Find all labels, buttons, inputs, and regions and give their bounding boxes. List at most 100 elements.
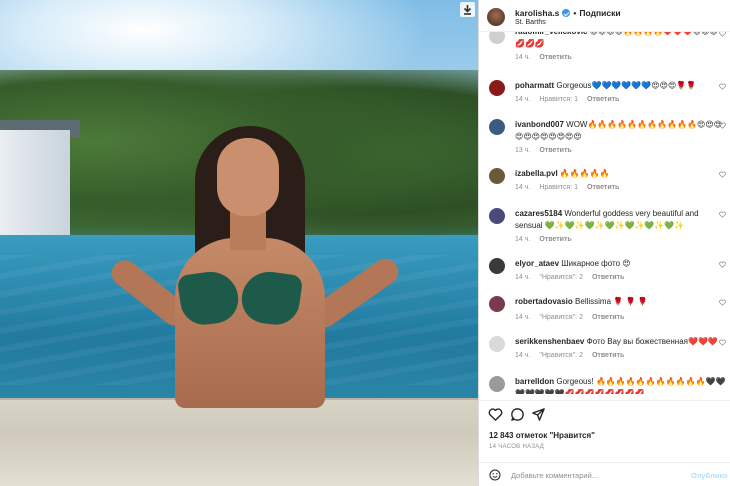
comment-content: Шикарное фото 😍 <box>561 259 631 268</box>
person-swimwear <box>176 268 304 328</box>
comment-content: Bellissima 🌹 🌹 🌹 <box>575 297 648 306</box>
share-icon[interactable] <box>531 407 546 422</box>
comment-icon[interactable] <box>510 407 525 422</box>
comment-meta: 14 ч. Нравится: 1 Ответить <box>515 184 628 191</box>
comment-text: serikkenshenbaev Фото Вау вы божественна… <box>515 336 727 348</box>
comment-avatar[interactable] <box>489 119 505 135</box>
comment-text: izabella.pvl 🔥🔥🔥🔥🔥 <box>515 168 727 180</box>
comment-text: barrelldon Gorgeous! 🔥🔥🔥🔥🔥🔥🔥🔥🔥🔥🔥🖤🖤🖤🖤🖤🖤🖤💋… <box>515 376 727 394</box>
comment-avatar[interactable] <box>489 32 505 44</box>
comment-heart-icon[interactable] <box>719 211 726 218</box>
comment-avatar[interactable] <box>489 258 505 274</box>
comment-avatar[interactable] <box>489 296 505 312</box>
swimwear-right <box>238 268 304 328</box>
comment-avatar[interactable] <box>489 336 505 352</box>
comment-content: Фото Вау вы божественная❤️❤️❤️ <box>586 337 718 346</box>
comment-text: poharmatt Gorgeous💙💙💙💙💙💙😍😍😍🌹🌹 <box>515 80 727 92</box>
post-photo[interactable] <box>0 0 478 486</box>
comment-text: robertadovasio Bellissima 🌹 🌹 🌹 <box>515 296 727 308</box>
comment-text: radomir_velickovic 😊😊😊😊🔥🔥🔥🔥❤️❤️❤️😍😍😍💋💋💋 <box>515 32 727 49</box>
separator-dot: • <box>573 8 577 18</box>
comment-username[interactable]: izabella.pvl <box>515 169 558 178</box>
reply-button[interactable]: Ответить <box>587 184 619 191</box>
download-icon <box>463 4 472 15</box>
comment-meta: 13 ч. Ответить <box>515 147 581 154</box>
comment-likes[interactable]: Нравится: 1 <box>539 184 578 191</box>
comment-meta: 14 ч. "Нравится": 2 Ответить <box>515 314 633 321</box>
reply-button[interactable]: Ответить <box>539 236 571 243</box>
comment-likes[interactable]: "Нравится": 2 <box>539 352 583 359</box>
comment-heart-icon[interactable] <box>719 261 726 268</box>
download-button[interactable] <box>460 2 475 17</box>
verified-badge-icon <box>562 9 571 17</box>
comment-heart-icon[interactable] <box>719 339 726 346</box>
comment-avatar[interactable] <box>489 168 505 184</box>
comment-time: 14 ч. <box>515 184 531 191</box>
person-neck <box>230 210 266 250</box>
comment-meta: 14 ч. "Нравится": 2 Ответить <box>515 352 633 359</box>
comment-username[interactable]: robertadovasio <box>515 297 573 306</box>
comment-time: 14 ч. <box>515 96 531 103</box>
comment-time: 14 ч. <box>515 236 531 243</box>
reply-button[interactable]: Ответить <box>587 96 619 103</box>
comment-meta: 14 ч. Нравится: 1 Ответить <box>515 96 628 103</box>
comment-time: 14 ч. <box>515 54 531 61</box>
post-timestamp[interactable]: 14 ЧАСОВ НАЗАД <box>489 444 544 450</box>
photo-house <box>0 130 70 240</box>
comment-avatar[interactable] <box>489 208 505 224</box>
author-avatar[interactable] <box>487 8 505 26</box>
emoji-icon[interactable] <box>489 469 501 481</box>
comments-list[interactable]: radomir_velickovic 😊😊😊😊🔥🔥🔥🔥❤️❤️❤️😍😍😍💋💋💋 … <box>479 32 730 394</box>
comment-meta: 14 ч. Ответить <box>515 54 581 61</box>
person-face <box>217 138 279 216</box>
comment-avatar[interactable] <box>489 376 505 392</box>
likes-count[interactable]: 12 843 отметок "Нравится" <box>489 431 595 440</box>
comment-username[interactable]: radomir_velickovic <box>515 32 587 36</box>
post-header: karolisha.s • Подписки St. Barths <box>479 0 730 32</box>
photo-deck <box>0 400 478 486</box>
post-location[interactable]: St. Barths <box>515 19 546 26</box>
reply-button[interactable]: Ответить <box>539 147 571 154</box>
author-line: karolisha.s • Подписки <box>515 8 621 18</box>
heart-icon[interactable] <box>488 407 503 422</box>
comment-likes[interactable]: Нравится: 1 <box>539 96 578 103</box>
comment-username[interactable]: elyor_ataev <box>515 259 559 268</box>
comment-content: 🔥🔥🔥🔥🔥 <box>559 169 610 178</box>
reply-button[interactable]: Ответить <box>539 54 571 61</box>
comment-time: 14 ч. <box>515 352 531 359</box>
post-actions <box>479 400 730 428</box>
reply-button[interactable]: Ответить <box>592 314 624 321</box>
comment-content: Gorgeous💙💙💙💙💙💙😍😍😍🌹🌹 <box>556 81 697 90</box>
comment-meta: 14 ч. Ответить <box>515 236 581 243</box>
comment-time: 14 ч. <box>515 314 531 321</box>
comment-likes[interactable]: "Нравится": 2 <box>539 274 583 281</box>
comment-username[interactable]: serikkenshenbaev <box>515 337 584 346</box>
comment-heart-icon[interactable] <box>719 122 726 129</box>
instagram-post: karolisha.s •Подписки St. Barths radomir_… <box>0 0 730 486</box>
comment-meta: 14 ч. "Нравится": 2 Ответить <box>515 274 633 281</box>
photo-person <box>106 120 404 410</box>
comment-text: elyor_ataev Шикарное фото 😍 <box>515 258 727 270</box>
reply-button[interactable]: Ответить <box>592 274 624 281</box>
following-button[interactable]: Подписки <box>579 8 620 18</box>
comment-time: 13 ч. <box>515 147 531 154</box>
comment-avatar[interactable] <box>489 80 505 96</box>
publish-button[interactable]: Опублико <box>691 471 728 480</box>
comment-likes[interactable]: "Нравится": 2 <box>539 314 583 321</box>
comment-input[interactable] <box>511 468 681 482</box>
author-username[interactable]: karolisha.s <box>515 8 559 18</box>
comment-text: cazares5184 Wonderful goddess very beaut… <box>515 208 727 231</box>
comment-username[interactable]: poharmatt <box>515 81 554 90</box>
comment-heart-icon[interactable] <box>719 171 726 178</box>
comment-composer: Опублико <box>479 462 730 486</box>
comment-text: ivanbond007 WOW🔥🔥🔥🔥🔥🔥🔥🔥🔥🔥🔥😍😍😍😍😍😍😍😍😍😍😍 <box>515 119 727 142</box>
comment-heart-icon[interactable] <box>719 83 726 90</box>
swimwear-left <box>176 268 242 328</box>
comment-username[interactable]: barrelldon <box>515 377 554 386</box>
comment-username[interactable]: cazares5184 <box>515 209 562 218</box>
comment-time: 14 ч. <box>515 274 531 281</box>
reply-button[interactable]: Ответить <box>592 352 624 359</box>
comment-heart-icon[interactable] <box>719 32 726 37</box>
comment-username[interactable]: ivanbond007 <box>515 120 564 129</box>
comment-heart-icon[interactable] <box>719 299 726 306</box>
